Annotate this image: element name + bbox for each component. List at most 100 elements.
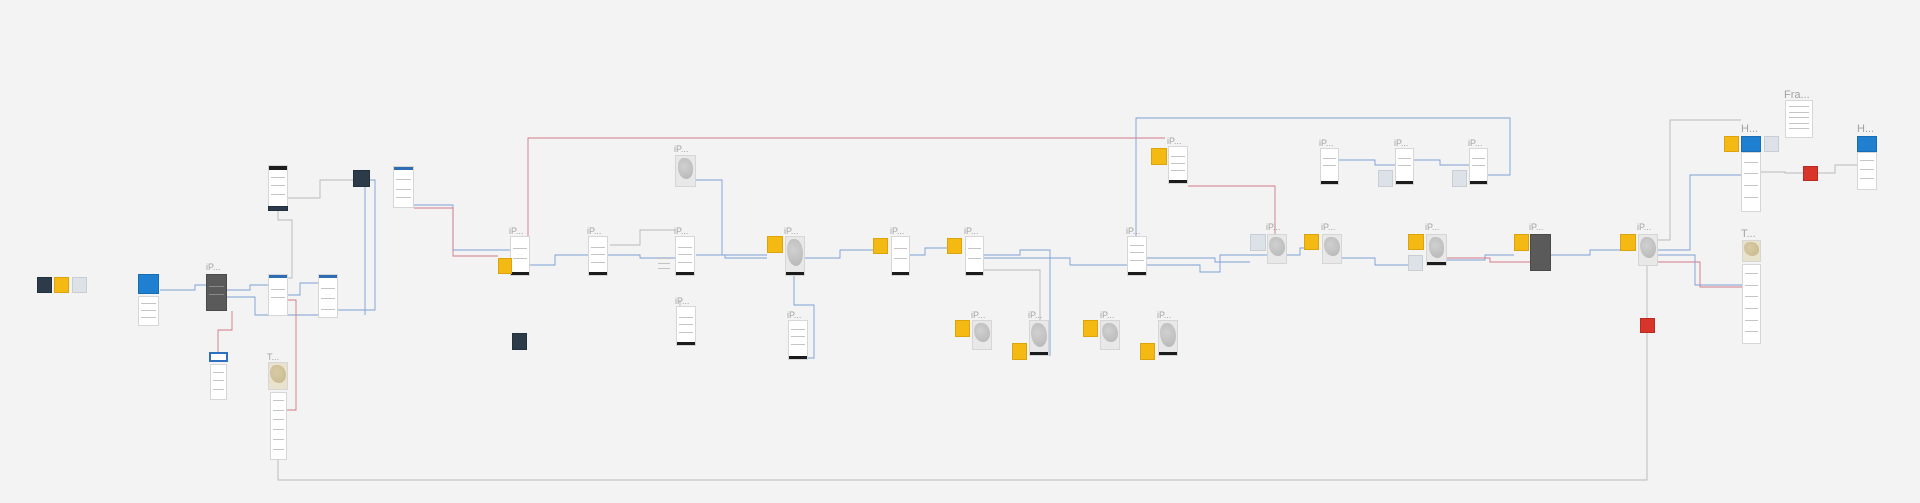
frame-map-k[interactable] [1100,320,1120,350]
connector-grey[interactable] [277,333,1648,481]
frame-map-i[interactable] [972,320,992,350]
connector-red[interactable] [1188,185,1276,234]
frame-ip-list-f[interactable] [788,320,808,360]
frame-map-c[interactable] [675,155,696,187]
connector-grey[interactable] [277,211,293,279]
frame-long-scroll[interactable] [270,392,287,460]
frame-blue-splash[interactable] [138,274,159,294]
frame-ip-h[interactable] [965,236,984,276]
frame-ip-n[interactable] [1168,146,1188,184]
frame-map-j[interactable] [1029,320,1049,356]
frame-dark-strip[interactable] [268,206,288,211]
frame-dark-start[interactable] [37,277,52,293]
connector-grey[interactable] [288,179,353,199]
frame-mini-form[interactable] [318,274,338,318]
connector-blue[interactable] [910,247,947,256]
frame-grey-r[interactable] [1378,170,1393,187]
frame-grey-start[interactable] [72,277,87,293]
sticky-note-a[interactable] [498,258,512,274]
frame-map-e[interactable] [785,236,805,276]
frame-ip-r[interactable] [1395,148,1414,185]
frame-blue-h-left[interactable] [1741,136,1761,152]
frame-login-form[interactable] [268,274,288,316]
sticky-note-g[interactable] [873,238,888,254]
frame-map-o[interactable] [1267,234,1287,264]
sticky-note-p[interactable] [1304,234,1319,250]
flow-canvas[interactable]: iP... T... iP... iP... iP... iP... iP...… [0,0,1920,503]
frame-dark-map-u[interactable] [1530,234,1551,271]
connector-blue[interactable] [227,284,268,291]
connector-red[interactable] [1658,261,1742,288]
red-square-upper[interactable] [1803,166,1818,181]
frame-ip-list-b[interactable] [588,236,608,276]
sticky-note-k[interactable] [1083,320,1098,337]
connector-blue[interactable] [1287,247,1304,256]
frame-list-screen[interactable] [210,364,227,400]
frame-grey-s[interactable] [1452,170,1467,187]
sticky-note-u[interactable] [1514,234,1529,251]
connector-blue[interactable] [696,179,767,256]
frame-ip-a[interactable] [510,236,530,276]
connector-blue[interactable] [530,254,588,266]
connector-blue[interactable] [1414,159,1469,166]
frame-header-screen[interactable] [268,165,288,210]
red-square-lower[interactable] [1640,318,1655,333]
sticky-note-i[interactable] [955,320,970,337]
sticky-note-e[interactable] [767,236,783,253]
sticky-note-j[interactable] [1012,343,1027,360]
connector-blue[interactable] [414,204,510,251]
frame-grey-t[interactable] [1408,255,1423,271]
connector-grey[interactable] [1761,171,1803,174]
sticky-note-n[interactable] [1151,148,1167,165]
frame-ip-list-c[interactable] [675,236,695,276]
frame-map-t[interactable] [1426,234,1447,266]
frame-dark-dashboard[interactable] [353,170,370,187]
connector-red[interactable] [414,207,498,257]
connector-blue[interactable] [984,257,1127,266]
frame-fra-list[interactable] [1785,100,1813,138]
frame-map-l[interactable] [1158,320,1178,356]
frame-h-left-body[interactable] [1741,152,1761,212]
sticky-note-start[interactable] [54,277,69,293]
frame-map-v[interactable] [1638,234,1658,266]
connector-grey[interactable] [1818,164,1857,174]
connector-blue[interactable] [288,282,318,296]
frame-card-list[interactable] [138,296,159,326]
sticky-note-v[interactable] [1620,234,1636,251]
connector-red[interactable] [217,311,233,352]
frame-dark-b[interactable] [512,333,527,350]
frame-note-text-c[interactable] [656,254,672,274]
connector-blue[interactable] [160,284,206,291]
connector-blue[interactable] [1147,257,1250,263]
frame-phone-mock[interactable] [206,274,227,311]
frame-ip-m[interactable] [1127,236,1147,276]
frame-blue-h-right[interactable] [1857,136,1877,152]
frame-map-p[interactable] [1322,234,1342,264]
connector-blue[interactable] [1339,159,1395,166]
frame-blue-border-card[interactable] [209,352,228,362]
connector-blue[interactable] [364,182,370,315]
sticky-note-l[interactable] [1140,343,1155,360]
frame-ip-q[interactable] [1320,148,1339,185]
frame-ip-s[interactable] [1469,148,1488,185]
connector-blue[interactable] [1342,257,1408,266]
frame-grey-o[interactable] [1250,234,1266,251]
connector-blue[interactable] [805,249,873,259]
frame-ip-list-d[interactable] [676,306,696,346]
connector-red[interactable] [287,299,297,411]
connector-blue[interactable] [338,179,376,311]
frame-map-t-right[interactable] [1742,240,1761,262]
frame-ip-g[interactable] [891,236,910,276]
connector-red[interactable] [527,137,1165,256]
connector-grey[interactable] [610,229,675,246]
sticky-note-w[interactable] [1724,136,1739,152]
frame-h-right-body[interactable] [1857,152,1877,190]
frame-map-left[interactable] [268,362,288,390]
sticky-note-h[interactable] [947,238,962,254]
frame-form-blue-header[interactable] [393,166,414,208]
connector-blue[interactable] [1551,249,1620,256]
connector-blue[interactable] [1447,254,1514,261]
sticky-note-t[interactable] [1408,234,1424,250]
frame-t-right-body[interactable] [1742,264,1761,344]
frame-grey-w[interactable] [1764,136,1779,152]
